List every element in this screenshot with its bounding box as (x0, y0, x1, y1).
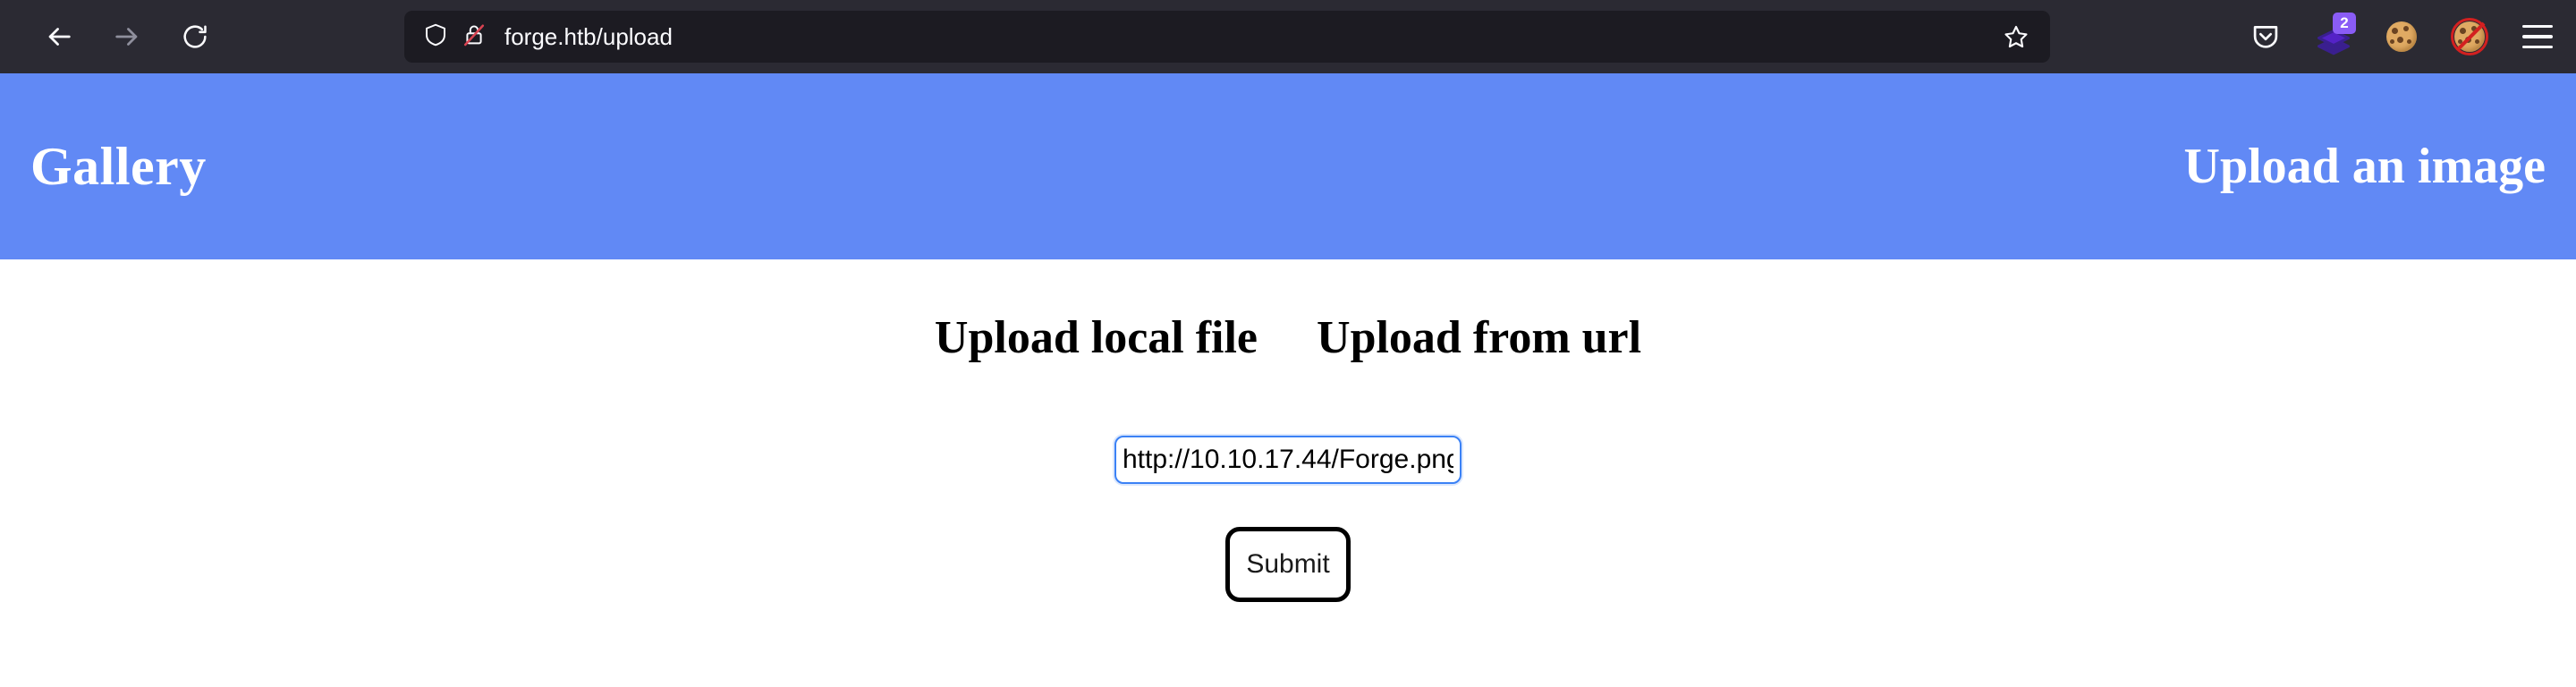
arrow-left-icon (44, 21, 74, 52)
pocket-icon[interactable] (2245, 16, 2286, 57)
app-menu-button[interactable] (2517, 16, 2558, 57)
lock-crossed-out-icon[interactable] (462, 22, 487, 52)
address-bar[interactable]: forge.htb/upload (404, 11, 2050, 63)
nav-link-upload-an-image[interactable]: Upload an image (2184, 141, 2546, 191)
cookie-blocked-extension-button[interactable] (2449, 16, 2490, 57)
reload-icon (181, 22, 209, 51)
site-brand-gallery[interactable]: Gallery (30, 140, 207, 193)
layers-badge-count: 2 (2333, 13, 2356, 34)
url-text[interactable]: forge.htb/upload (504, 23, 1998, 51)
heading-upload-local-file[interactable]: Upload local file (935, 315, 1258, 361)
shield-icon[interactable] (422, 21, 449, 53)
heading-upload-from-url[interactable]: Upload from url (1317, 315, 1641, 361)
main-content: Upload local file Upload from url Submit (0, 259, 2576, 602)
site-header: Gallery Upload an image (0, 73, 2576, 259)
reload-button[interactable] (174, 15, 216, 58)
cookie-icon (2386, 21, 2417, 52)
browser-toolbar: forge.htb/upload 2 (0, 0, 2576, 73)
layers-icon: 2 (2313, 13, 2356, 57)
hamburger-menu-icon (2522, 25, 2553, 48)
back-button[interactable] (38, 15, 80, 58)
cookie-extension-button[interactable] (2381, 16, 2422, 57)
upload-form: Submit (0, 434, 2576, 602)
bookmark-star-icon[interactable] (1998, 19, 2034, 55)
cookie-blocked-icon (2454, 21, 2485, 52)
navigation-buttons (38, 15, 216, 58)
submit-button[interactable]: Submit (1225, 527, 1351, 602)
arrow-right-icon (112, 21, 142, 52)
address-bar-icons (422, 21, 487, 53)
forward-button[interactable] (106, 15, 148, 58)
toolbar-extensions: 2 (2245, 0, 2558, 73)
url-input[interactable] (1113, 434, 1463, 486)
upload-section-headings: Upload local file Upload from url (0, 315, 2576, 361)
layers-extension-button[interactable]: 2 (2313, 13, 2356, 57)
